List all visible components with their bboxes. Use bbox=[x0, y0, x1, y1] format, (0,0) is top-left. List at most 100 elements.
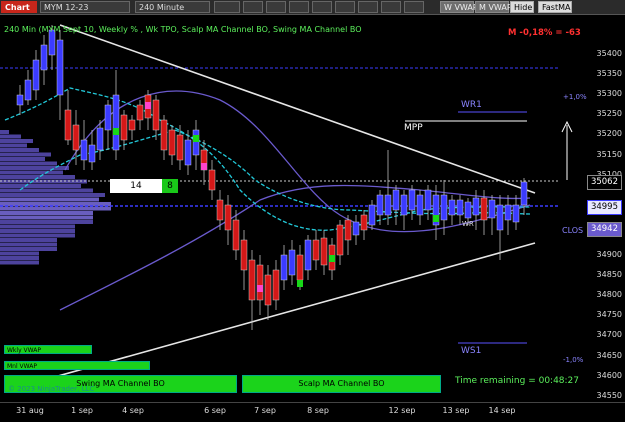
profile-bar bbox=[0, 134, 21, 139]
profile-bar bbox=[0, 238, 57, 242]
candle-body bbox=[56, 39, 64, 96]
last-box-left: 14 bbox=[110, 179, 162, 193]
candle-body bbox=[336, 224, 344, 256]
price-chart bbox=[0, 24, 573, 389]
chart-area[interactable] bbox=[0, 15, 625, 406]
toolbar: Chart MYM 12-23 240 Minute W VWAP M VWAP… bbox=[0, 0, 625, 15]
candles bbox=[16, 25, 528, 330]
candle-body bbox=[360, 214, 368, 231]
toolbar-button-9[interactable] bbox=[404, 1, 424, 13]
signal-marker bbox=[201, 163, 207, 170]
price-axis-label: 35150 bbox=[596, 149, 622, 159]
last-price-box: 14 8 bbox=[110, 179, 178, 193]
candle-body bbox=[192, 129, 200, 156]
time-axis-label: 1 sep bbox=[71, 406, 93, 415]
scalp-ma-channel-bo-button[interactable]: Scalp MA Channel BO bbox=[242, 375, 441, 393]
profile-bar bbox=[0, 256, 39, 260]
profile-bar bbox=[0, 242, 57, 247]
candle-body bbox=[496, 204, 504, 231]
signal-marker bbox=[193, 135, 199, 142]
toolbar-button-8[interactable] bbox=[381, 1, 401, 13]
candle-body bbox=[288, 249, 296, 276]
candle-body bbox=[520, 181, 528, 206]
candle-body bbox=[208, 169, 216, 191]
price-axis-label: 34600 bbox=[596, 370, 622, 380]
toolbar-button-4[interactable] bbox=[289, 1, 309, 13]
m-vwap-button[interactable]: M VWAP bbox=[475, 1, 512, 13]
toolbar-button-6[interactable] bbox=[335, 1, 355, 13]
time-axis[interactable]: 31 aug 1 sep 4 sep 6 sep 7 sep 8 sep 12 sep 13 … bbox=[0, 402, 625, 422]
profile-bar bbox=[0, 206, 111, 211]
time-axis-label: 4 sep bbox=[122, 406, 144, 415]
signal-marker bbox=[113, 128, 119, 135]
price-tag-vwap: 34995 bbox=[586, 200, 622, 215]
candle-body bbox=[384, 194, 392, 216]
price-axis-label: 34850 bbox=[596, 270, 622, 280]
candle-body bbox=[112, 94, 120, 151]
profile-bar bbox=[0, 130, 9, 134]
signal-marker bbox=[329, 255, 335, 262]
profile-bar bbox=[0, 148, 39, 152]
candle-body bbox=[80, 139, 88, 161]
mnl-vwap-button[interactable]: Mnl VWAP bbox=[4, 361, 150, 370]
instrument-selector[interactable]: MYM 12-23 bbox=[40, 1, 130, 13]
profile-bar bbox=[0, 247, 57, 251]
candle-body bbox=[256, 264, 264, 301]
profile-bar bbox=[0, 157, 45, 161]
profile-bar bbox=[0, 211, 93, 215]
toolbar-button-5[interactable] bbox=[312, 1, 332, 13]
wkly-vwap-button[interactable]: Wkly VWAP bbox=[4, 345, 92, 354]
time-axis-label: 8 sep bbox=[307, 406, 329, 415]
signal-marker bbox=[433, 215, 439, 222]
price-axis-label: 34700 bbox=[596, 330, 622, 340]
candle-body bbox=[168, 129, 176, 156]
candle-body bbox=[104, 104, 112, 131]
time-axis-label: 12 sep bbox=[388, 406, 416, 415]
toolbar-button-1[interactable] bbox=[214, 1, 240, 13]
price-axis-label: 35400 bbox=[596, 49, 622, 58]
candle-body bbox=[456, 199, 464, 216]
interval-selector[interactable]: 240 Minute bbox=[135, 1, 210, 13]
candle-body bbox=[72, 124, 80, 151]
candle-body bbox=[480, 197, 488, 221]
profile-bar bbox=[0, 170, 63, 175]
toolbar-button-7[interactable] bbox=[358, 1, 378, 13]
fastma-button[interactable]: FastMA bbox=[538, 1, 572, 13]
price-axis-label: 35200 bbox=[596, 129, 622, 139]
signal-marker bbox=[257, 285, 263, 292]
candle-body bbox=[376, 194, 384, 216]
profile-bar bbox=[0, 188, 93, 193]
w-vwap-button[interactable]: W VWAP bbox=[440, 1, 478, 13]
profile-bar bbox=[0, 251, 39, 256]
profile-bar bbox=[0, 233, 75, 238]
hide-button[interactable]: Hide bbox=[510, 1, 534, 13]
candle-body bbox=[424, 189, 432, 211]
toolbar-button-2[interactable] bbox=[243, 1, 263, 13]
price-axis-label: 34550 bbox=[596, 390, 622, 400]
time-axis-label: 7 sep bbox=[254, 406, 276, 415]
candle-body bbox=[96, 127, 104, 151]
candle-body bbox=[448, 199, 456, 216]
candle-body bbox=[224, 204, 232, 231]
candle-body bbox=[240, 239, 248, 271]
profile-bar bbox=[0, 152, 51, 157]
minus-pct-label: -1,0% bbox=[563, 356, 584, 364]
time-axis-label: 13 sep bbox=[442, 406, 470, 415]
candle-body bbox=[120, 114, 128, 141]
chart-tab[interactable]: Chart bbox=[1, 1, 37, 13]
toolbar-button-3[interactable] bbox=[266, 1, 286, 13]
candle-body bbox=[472, 197, 480, 216]
plus-pct-label: +1,0% bbox=[563, 93, 587, 101]
profile-bar bbox=[0, 197, 99, 202]
time-axis-label: 31 aug bbox=[16, 406, 44, 415]
candle-body bbox=[88, 144, 96, 163]
candle-body bbox=[160, 119, 168, 151]
candle-body bbox=[280, 254, 288, 281]
candle-body bbox=[32, 59, 40, 91]
copyright-text: © 2023 NinjaTrader, LLC bbox=[8, 385, 95, 393]
profile-bar bbox=[0, 139, 33, 143]
profile-bar bbox=[0, 161, 57, 166]
candle-body bbox=[344, 219, 352, 241]
candle-body bbox=[312, 239, 320, 261]
candle-body bbox=[304, 239, 312, 271]
